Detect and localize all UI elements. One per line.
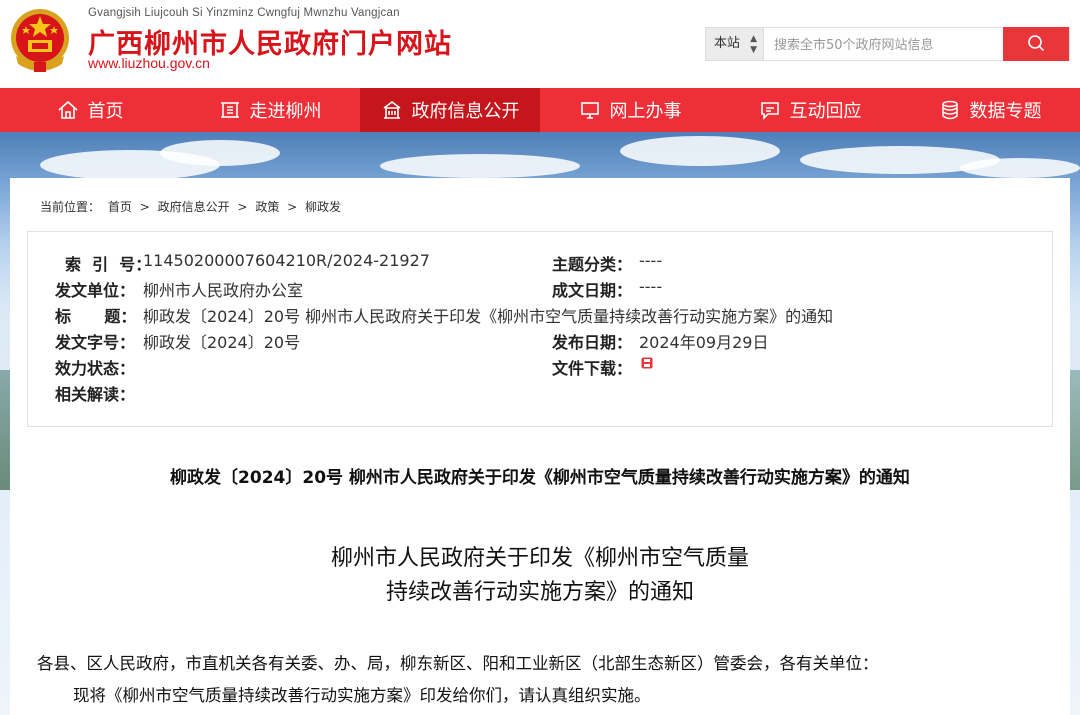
breadcrumb-link-policy[interactable]: 政策: [255, 200, 279, 214]
nav-item-data-topics[interactable]: 数据专题: [900, 88, 1080, 132]
nav-item-interaction[interactable]: 互动回应: [720, 88, 900, 132]
index-number-value: 11450200007604210R/2024-21927: [143, 251, 430, 270]
site-pinyin-name: Gvangjsih Liujcouh Si Yinzminz Cwngfuj M…: [88, 7, 400, 19]
home-icon: [57, 100, 78, 119]
breadcrumb-separator: >: [139, 200, 150, 214]
nav-item-home[interactable]: 首页: [0, 88, 180, 132]
pdf-file-icon[interactable]: [640, 355, 654, 374]
created-date-value: ----: [639, 277, 663, 296]
site-header: Gvangjsih Liujcouh Si Yinzminz Cwngfuj M…: [0, 0, 1080, 88]
updown-arrows-icon: ▲ ▼: [750, 34, 757, 55]
article-panel: 当前位置： 首页 > 政府信息公开 > 政策 > 柳政发 索 引 号： 1145…: [10, 178, 1070, 715]
computer-icon: [580, 102, 599, 119]
issuer-value: 柳州市人民政府办公室: [143, 281, 304, 300]
nav-item-label: 互动回应: [789, 101, 862, 122]
site-url[interactable]: www.liuzhou.gov.cn: [88, 55, 210, 71]
title-value: 柳政发〔2024〕20号 柳州市人民政府关于印发《柳州市空气质量持续改善行动实施…: [143, 307, 834, 326]
related-interpretation-label: 相关解读：: [55, 385, 136, 404]
nav-item-label: 数据专题: [969, 101, 1042, 122]
title-label: 标 题：: [55, 307, 137, 326]
nav-item-online-service[interactable]: 网上办事: [540, 88, 720, 132]
breadcrumb: 当前位置： 首页 > 政府信息公开 > 政策 > 柳政发: [40, 198, 345, 215]
national-emblem-icon: [8, 6, 72, 78]
nav-item-label: 网上办事: [609, 101, 682, 122]
breadcrumb-separator: >: [287, 200, 298, 214]
search-icon: [1028, 34, 1045, 51]
doc-number-value: 柳政发〔2024〕20号: [143, 333, 301, 352]
document-metadata-box: 索 引 号： 11450200007604210R/2024-21927 主题分…: [27, 231, 1053, 427]
breadcrumb-prefix: 当前位置：: [40, 200, 101, 214]
created-date-label: 成文日期：: [552, 281, 633, 300]
document-title-line1: 柳州市人民政府关于印发《柳州市空气质量: [330, 546, 749, 571]
nav-item-label: 首页: [87, 101, 124, 122]
search-button[interactable]: [1003, 27, 1069, 61]
search-scope-select[interactable]: 本站 ▲ ▼: [706, 28, 764, 60]
main-nav: 首页 走进柳州 政府信息公开 网上办事 互动回应 数据专题: [0, 88, 1080, 132]
document-heading: 柳政发〔2024〕20号 柳州市人民政府关于印发《柳州市空气质量持续改善行动实施…: [170, 468, 910, 488]
search-scope-label: 本站: [714, 36, 741, 51]
doc-number-label: 发文字号：: [55, 333, 136, 352]
search-bar: 本站 ▲ ▼: [705, 27, 1070, 62]
validity-status-label: 效力状态：: [55, 359, 136, 378]
breadcrumb-separator: >: [237, 200, 248, 214]
breadcrumb-link-gov-info[interactable]: 政府信息公开: [158, 200, 230, 214]
body-paragraph-1: 现将《柳州市空气质量持续改善行动实施方案》印发给你们，请认真组织实施。: [73, 686, 651, 705]
recipients-paragraph: 各县、区人民政府，市直机关各有关委、办、局，柳东新区、阳和工业新区（北部生态新区…: [37, 654, 879, 673]
document-title-line2: 持续改善行动实施方案》的通知: [385, 580, 694, 605]
topic-label: 主题分类：: [552, 255, 633, 274]
nav-item-about-liuzhou[interactable]: 走进柳州: [180, 88, 360, 132]
search-input[interactable]: [772, 28, 1006, 62]
nav-item-label: 走进柳州: [249, 101, 322, 122]
database-icon: [941, 100, 958, 120]
topic-value: ----: [639, 251, 663, 270]
breadcrumb-link-liuzhengfa[interactable]: 柳政发: [305, 200, 341, 214]
nav-item-label: 政府信息公开: [411, 101, 520, 122]
city-icon: [220, 102, 239, 118]
breadcrumb-link-home[interactable]: 首页: [108, 200, 132, 214]
publish-date-value: 2024年09月29日: [639, 333, 769, 352]
file-download-label: 文件下载：: [552, 359, 633, 378]
index-number-label: 索 引 号：: [65, 255, 152, 274]
nav-item-gov-info[interactable]: 政府信息公开: [360, 88, 540, 132]
building-icon: [383, 101, 400, 119]
chat-icon: [760, 102, 779, 120]
publish-date-label: 发布日期：: [552, 333, 633, 352]
issuer-label: 发文单位：: [55, 281, 136, 300]
